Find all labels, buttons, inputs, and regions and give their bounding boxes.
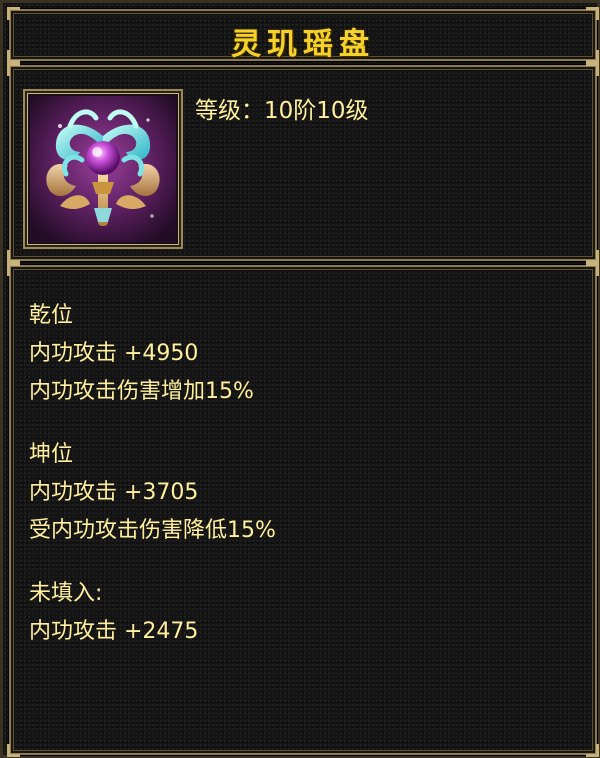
item-name: 灵玑瑶盘 bbox=[231, 27, 375, 62]
frame-corner bbox=[7, 263, 20, 276]
level-value: 10阶10级 bbox=[264, 98, 369, 124]
stat-line: 内功攻击 +2475 bbox=[29, 619, 199, 644]
item-icon-frame bbox=[23, 89, 183, 249]
item-level: 等级：10阶10级 bbox=[195, 91, 369, 125]
stat-line: 受内功攻击伤害降低15% bbox=[29, 518, 276, 543]
frame-corner bbox=[7, 744, 20, 757]
title-bar: 灵玑瑶盘 bbox=[7, 7, 599, 63]
stat-group-header: 坤位 bbox=[29, 442, 74, 467]
item-header-panel: 等级：10阶10级 bbox=[7, 63, 599, 263]
stat-line: 内功攻击 +3705 bbox=[29, 480, 199, 505]
stat-line: 内功攻击伤害增加15% bbox=[29, 379, 254, 404]
stat-group-header: 乾位 bbox=[29, 303, 74, 328]
frame-corner bbox=[7, 250, 20, 263]
item-tooltip: 灵玑瑶盘 等级：10阶10级 乾位 内功攻击 +4950 内功攻击伤害增加15%… bbox=[0, 0, 600, 758]
stat-group-unfilled: 未填入: 内功攻击 +2475 bbox=[29, 575, 276, 651]
frame-corner bbox=[586, 63, 599, 76]
frame-corner bbox=[586, 263, 599, 276]
stats-panel: 乾位 内功攻击 +4950 内功攻击伤害增加15% 坤位 内功攻击 +3705 … bbox=[7, 263, 599, 757]
level-label: 等级： bbox=[195, 98, 264, 124]
frame-corner bbox=[7, 63, 20, 76]
stat-list: 乾位 内功攻击 +4950 内功攻击伤害增加15% 坤位 内功攻击 +3705 … bbox=[29, 297, 276, 676]
stat-line: 内功攻击 +4950 bbox=[29, 341, 199, 366]
stat-group-header: 未填入: bbox=[29, 581, 103, 606]
stat-group-kun: 坤位 内功攻击 +3705 受内功攻击伤害降低15% bbox=[29, 436, 276, 550]
ornate-jade-disc-icon bbox=[30, 96, 176, 242]
frame-corner bbox=[586, 250, 599, 263]
frame-corner bbox=[586, 744, 599, 757]
stat-group-qian: 乾位 内功攻击 +4950 内功攻击伤害增加15% bbox=[29, 297, 276, 411]
